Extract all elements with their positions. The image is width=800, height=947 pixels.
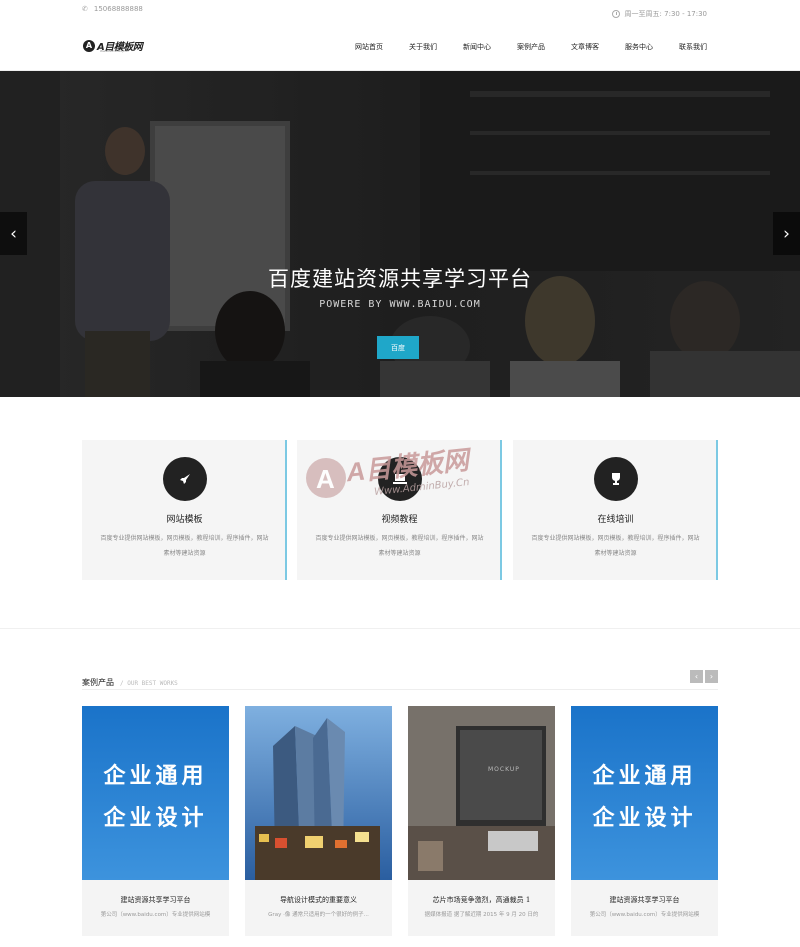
hero-title: 百度建站资源共享学习平台 bbox=[268, 267, 532, 291]
logo-subtitle: Www.AdminBuy.Cn bbox=[100, 49, 129, 53]
service-desc: 百度专业提供网站模板，网页模板，教程培训，程序插件，网站素材等建站资源 bbox=[100, 535, 269, 557]
card-accent-bar bbox=[716, 440, 718, 580]
nav-item-home[interactable]: 网站首页 bbox=[355, 42, 383, 52]
service-title: 视频教程 bbox=[381, 515, 418, 525]
service-card[interactable]: 网站模板 百度专业提供网站模板，网页模板，教程培训，程序插件，网站素材等建站资源 bbox=[82, 440, 287, 580]
case-title: 芯片市场竞争激烈，高通裁员 1 bbox=[432, 896, 531, 904]
case-image-line: MOCKUP bbox=[488, 766, 520, 773]
case-title: 建站资源共享学习平台 bbox=[120, 896, 191, 904]
phone-icon: ✆ bbox=[82, 5, 88, 13]
nav-item-cases[interactable]: 案例产品 bbox=[517, 42, 545, 52]
case-image bbox=[245, 706, 392, 880]
case-title: 建站资源共享学习平台 bbox=[609, 896, 680, 904]
case-title: 导航设计模式的重要意义 bbox=[280, 896, 357, 904]
case-desc: Gray ·像 通常只适用的一个很好的例子... bbox=[268, 912, 369, 918]
case-image: 企业通用 企业设计 bbox=[571, 706, 718, 880]
case-card[interactable]: 企业通用 企业设计 建站资源共享学习平台 第公司（www.baidu.com）专… bbox=[82, 706, 229, 936]
nav-item-news[interactable]: 新闻中心 bbox=[463, 42, 491, 52]
top-bar: ✆ 15068888888 周一至周五: 7:30 - 17:30 bbox=[0, 0, 800, 26]
case-desc: 据媒体报道 据了解近期 2015 年 9 月 20 日的 bbox=[424, 912, 539, 918]
service-desc: 百度专业提供网站模板，网页模板，教程培训，程序插件，网站素材等建站资源 bbox=[315, 535, 484, 557]
service-desc: 百度专业提供网站模板，网页模板，教程培训，程序插件，网站素材等建站资源 bbox=[531, 535, 700, 557]
case-image-line: 企业通用 bbox=[103, 764, 208, 789]
phone-contact: ✆ 15068888888 bbox=[82, 5, 143, 13]
main-nav: 网站首页 关于我们 新闻中心 案例产品 文章博客 服务中心 联系我们 bbox=[329, 42, 707, 52]
case-card[interactable]: 企业通用 企业设计 建站资源共享学习平台 第公司（www.baidu.com）专… bbox=[571, 706, 718, 936]
nav-item-about[interactable]: 关于我们 bbox=[409, 42, 437, 52]
site-logo[interactable]: A A目模板网 Www.AdminBuy.Cn bbox=[83, 38, 143, 53]
case-card[interactable]: 导航设计模式的重要意义 Gray ·像 通常只适用的一个很好的例子... bbox=[245, 706, 392, 936]
cases-subtitle: / OUR BEST WORKS bbox=[120, 680, 178, 687]
rocket-icon bbox=[162, 457, 207, 501]
cases-title: 案例产品 bbox=[82, 678, 114, 687]
hero-prev-button[interactable]: ‹ bbox=[0, 212, 27, 255]
hours-text: 周一至周五: 7:30 - 17:30 bbox=[624, 10, 707, 18]
svg-text:A: A bbox=[316, 464, 335, 494]
case-card[interactable]: MOCKUP 芯片市场竞争激烈，高通裁员 1 据媒体报道 据了解近期 2015 … bbox=[408, 706, 555, 936]
cases-header: 案例产品 / OUR BEST WORKS ‹ › bbox=[82, 670, 718, 690]
service-title: 网站模板 bbox=[166, 515, 203, 525]
case-image: 企业通用 企业设计 bbox=[82, 706, 229, 880]
nav-item-contact[interactable]: 联系我们 bbox=[679, 42, 707, 52]
clock-icon bbox=[611, 10, 620, 18]
nav-item-blog[interactable]: 文章博客 bbox=[571, 42, 599, 52]
case-image-line: 企业设计 bbox=[103, 806, 208, 831]
hero-button[interactable]: 百度 bbox=[377, 336, 419, 359]
hero-subtitle: POWERE BY WWW.BAIDU.COM bbox=[319, 299, 481, 310]
card-accent-bar bbox=[285, 440, 287, 580]
nav-item-service[interactable]: 服务中心 bbox=[625, 42, 653, 52]
trophy-icon bbox=[593, 457, 638, 501]
services-section: 网站模板 百度专业提供网站模板，网页模板，教程培训，程序插件，网站素材等建站资源… bbox=[0, 397, 800, 627]
logo-mark: A bbox=[83, 39, 95, 52]
case-desc: 第公司（www.baidu.com）专业提供网站模 bbox=[100, 912, 211, 918]
service-title: 在线培训 bbox=[597, 515, 634, 525]
cases-prev-button[interactable]: ‹ bbox=[690, 670, 703, 683]
service-card[interactable]: 在线培训 百度专业提供网站模板，网页模板，教程培训，程序插件，网站素材等建站资源 bbox=[513, 440, 718, 580]
cases-next-button[interactable]: › bbox=[705, 670, 718, 683]
case-image: MOCKUP bbox=[408, 706, 555, 880]
hero-banner: 百度建站资源共享学习平台 POWERE BY WWW.BAIDU.COM 百度 … bbox=[0, 71, 800, 397]
phone-number: 15068888888 bbox=[93, 5, 143, 13]
cases-section: 案例产品 / OUR BEST WORKS ‹ › 企业通用 企业设计 建站资源共… bbox=[0, 628, 800, 947]
case-image-line: 企业通用 bbox=[592, 764, 697, 789]
case-desc: 第公司（www.baidu.com）专业提供网站模 bbox=[589, 912, 700, 918]
hero-next-button[interactable]: › bbox=[773, 212, 800, 255]
header: A A目模板网 Www.AdminBuy.Cn 网站首页 关于我们 新闻中心 案… bbox=[0, 26, 800, 71]
watermark-logo: A A目模板网 Www.AdminBuy.Cn bbox=[304, 438, 504, 508]
business-hours: 周一至周五: 7:30 - 17:30 bbox=[611, 9, 707, 19]
case-image-line: 企业设计 bbox=[592, 806, 697, 831]
